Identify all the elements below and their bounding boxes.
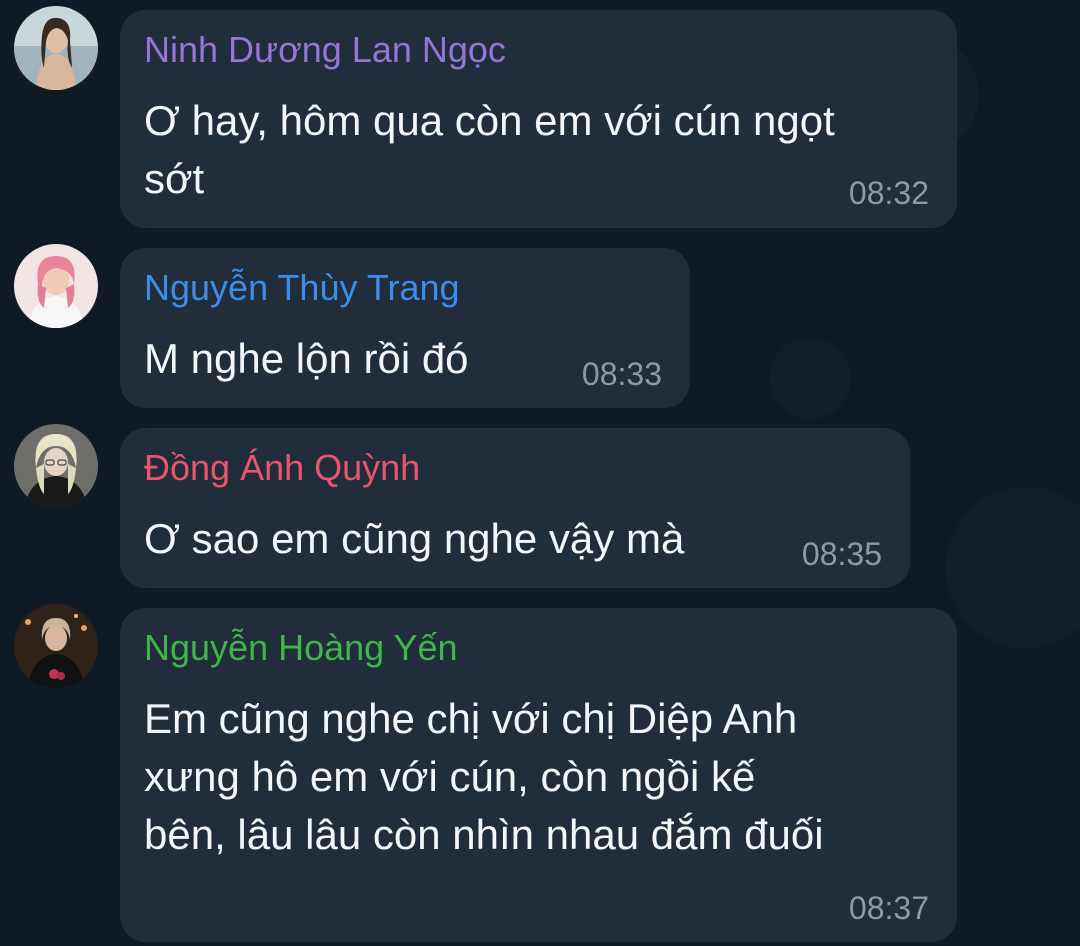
message[interactable]: Nguyễn Hoàng Yến Em cũng nghe chị với ch…: [0, 600, 1080, 946]
timestamp: 08:37: [848, 890, 929, 926]
avatar[interactable]: [14, 424, 98, 508]
message-bubble[interactable]: Ninh Dương Lan Ngọc Ơ hay, hôm qua còn e…: [120, 10, 957, 228]
avatar[interactable]: [14, 6, 98, 90]
message-text: Ơ hay, hôm qua còn em với cún ngọt sớt: [144, 97, 835, 202]
sender-name[interactable]: Nguyễn Hoàng Yến: [144, 626, 458, 670]
message-text: M nghe lộn rồi đó: [144, 335, 469, 382]
user-photo-icon: [14, 244, 98, 328]
message[interactable]: Ninh Dương Lan Ngọc Ơ hay, hôm qua còn e…: [0, 0, 1080, 230]
timestamp: 08:35: [801, 536, 882, 572]
message-text: Em cũng nghe chị với chị Diệp Anh xưng h…: [144, 695, 824, 858]
chat-area[interactable]: Ninh Dương Lan Ngọc Ơ hay, hôm qua còn e…: [0, 0, 1080, 946]
avatar[interactable]: [14, 604, 98, 688]
sender-name[interactable]: Ninh Dương Lan Ngọc: [144, 28, 506, 72]
sender-name[interactable]: Đồng Ánh Quỳnh: [144, 446, 420, 490]
message[interactable]: Nguyễn Thùy Trang M nghe lộn rồi đó 08:3…: [0, 240, 1080, 412]
timestamp: 08:33: [581, 356, 662, 392]
user-photo-icon: [14, 6, 98, 90]
avatar[interactable]: [14, 244, 98, 328]
user-photo-icon: [14, 424, 98, 508]
message-bubble[interactable]: Đồng Ánh Quỳnh Ơ sao em cũng nghe vậy mà…: [120, 428, 910, 588]
message-bubble[interactable]: Nguyễn Hoàng Yến Em cũng nghe chị với ch…: [120, 608, 957, 942]
timestamp: 08:32: [848, 175, 929, 211]
sender-name[interactable]: Nguyễn Thùy Trang: [144, 266, 460, 310]
user-photo-icon: [14, 604, 98, 688]
message-bubble[interactable]: Nguyễn Thùy Trang M nghe lộn rồi đó 08:3…: [120, 248, 690, 408]
message[interactable]: Đồng Ánh Quỳnh Ơ sao em cũng nghe vậy mà…: [0, 420, 1080, 592]
message-text: Ơ sao em cũng nghe vậy mà: [144, 515, 685, 562]
